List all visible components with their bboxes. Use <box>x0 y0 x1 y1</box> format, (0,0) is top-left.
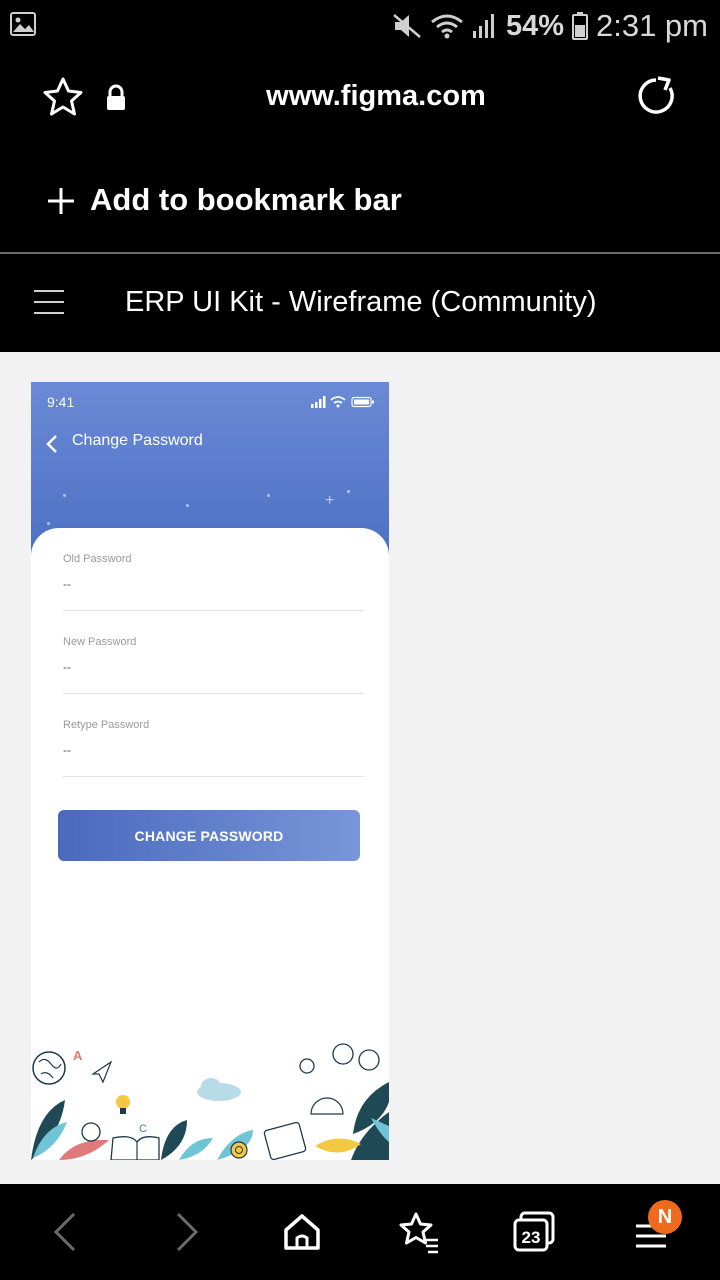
field-label: Retype Password <box>63 719 150 731</box>
retype-password-field[interactable]: Retype Password -- <box>63 719 364 777</box>
school-doodle-illustration: A C <box>31 1043 389 1160</box>
tab-count: 23 <box>522 1228 541 1247</box>
old-password-field[interactable]: Old Password -- <box>63 553 364 611</box>
plus-icon <box>48 188 74 214</box>
gallery-notification-icon <box>10 12 36 36</box>
clock: 2:31 pm <box>595 8 708 43</box>
add-bookmark-label: Add to bookmark bar <box>90 182 402 217</box>
browser-url-bar: www.figma.com <box>0 52 720 148</box>
add-bookmark-row[interactable]: Add to bookmark bar <box>0 148 720 254</box>
hamburger-menu-icon[interactable] <box>34 290 64 314</box>
battery-icon <box>571 12 588 40</box>
battery-percentage: 54% <box>505 9 564 42</box>
sparkle-dot <box>267 494 270 497</box>
field-value: -- <box>63 743 71 757</box>
browser-bottom-nav: 23 <box>0 1184 720 1280</box>
page-title-bar: ERP UI Kit - Wireframe (Community) <box>0 256 720 352</box>
new-password-field[interactable]: New Password -- <box>63 636 364 694</box>
bookmarks-star-list-icon[interactable] <box>396 1210 440 1254</box>
forward-arrow-icon[interactable] <box>164 1210 208 1254</box>
tabs-icon: 23 <box>513 1211 555 1252</box>
sparkle-dot <box>47 522 50 525</box>
mute-icon <box>393 14 421 38</box>
status-bar: 54% 2:31 pm <box>0 0 720 52</box>
figma-canvas: 9:41 Change Password + Old Password -- N… <box>0 352 720 1184</box>
mockup-back-icon[interactable] <box>45 434 59 454</box>
sparkle-plus-icon: + <box>325 492 335 509</box>
signal-icon <box>472 14 494 38</box>
sparkle-dot <box>186 504 189 507</box>
sparkle-dot <box>63 494 66 497</box>
field-label: New Password <box>63 636 137 648</box>
url-address[interactable]: www.figma.com <box>0 80 720 113</box>
doodle-letter-c: C <box>139 1123 147 1135</box>
wifi-icon <box>431 14 463 39</box>
notification-badge: N <box>648 1200 682 1234</box>
field-value: -- <box>63 660 71 674</box>
back-arrow-icon[interactable] <box>44 1210 88 1254</box>
mockup-frame[interactable]: 9:41 Change Password + Old Password -- N… <box>31 382 389 1160</box>
tabs-button[interactable]: 23 <box>512 1210 556 1254</box>
sparkle-dot <box>347 490 350 493</box>
page-title: ERP UI Kit - Wireframe (Community) <box>125 286 597 318</box>
field-label: Old Password <box>63 553 132 565</box>
mockup-status-icons <box>311 396 374 408</box>
reload-icon[interactable] <box>636 76 676 116</box>
mockup-screen-title: Change Password <box>72 432 203 449</box>
change-password-button[interactable]: CHANGE PASSWORD <box>58 810 360 861</box>
field-value: -- <box>63 577 71 591</box>
doodle-letter-a: A <box>73 1048 83 1063</box>
home-icon[interactable] <box>280 1210 324 1254</box>
mockup-time: 9:41 <box>47 394 75 410</box>
